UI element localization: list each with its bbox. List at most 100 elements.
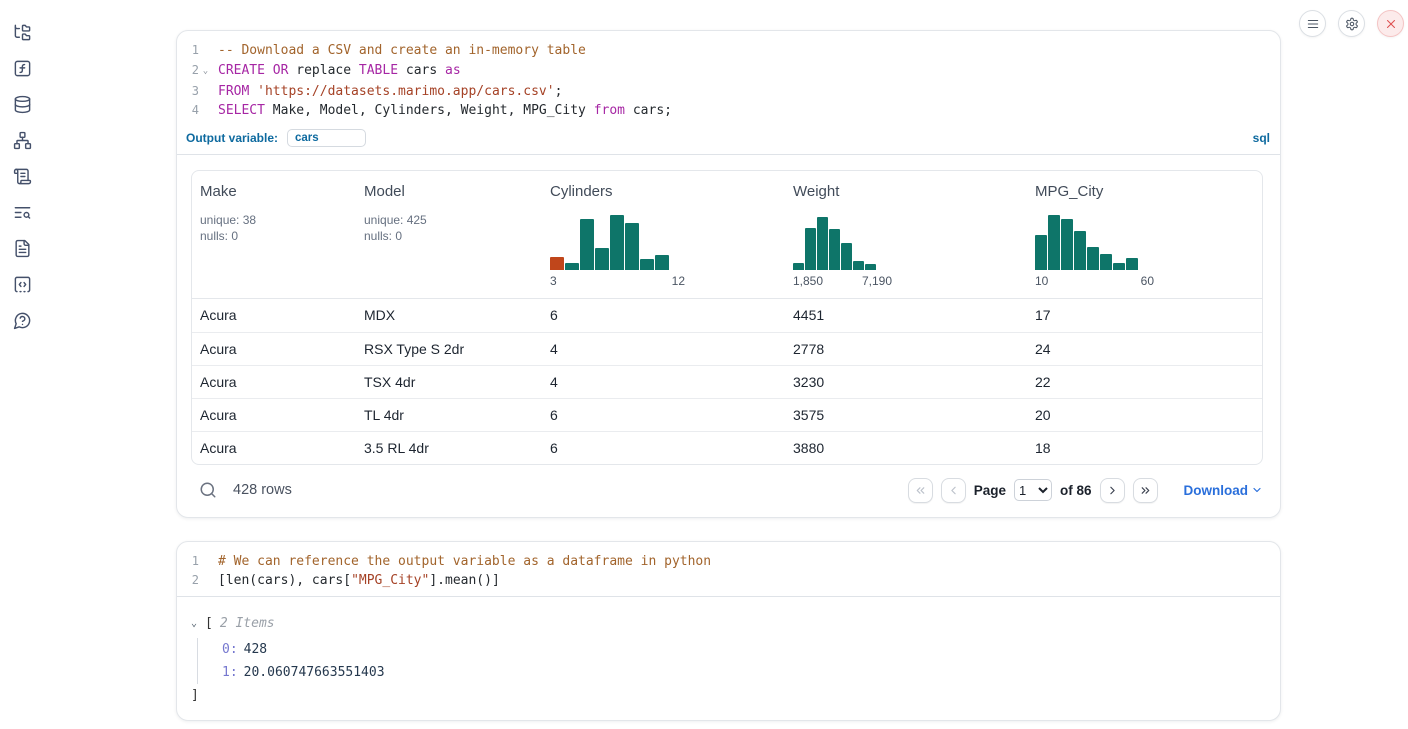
histogram-bar bbox=[1087, 247, 1099, 270]
chevron-left-icon bbox=[947, 484, 960, 497]
help-chat-icon bbox=[13, 311, 32, 330]
sidebar-item-file-explorer[interactable] bbox=[12, 22, 32, 42]
line-number: 1 bbox=[177, 552, 199, 572]
column-name: MPG_City bbox=[1035, 183, 1262, 200]
sidebar-item-help[interactable] bbox=[12, 310, 32, 330]
table-row[interactable]: AcuraMDX6445117 bbox=[192, 299, 1262, 332]
fold-toggle-icon[interactable]: ⌄ bbox=[199, 61, 212, 82]
table-row[interactable]: Acura3.5 RL 4dr6388018 bbox=[192, 431, 1262, 464]
line-number: 4 bbox=[177, 101, 199, 121]
column-header-Weight[interactable]: Weight 1,8507,190 bbox=[785, 183, 1027, 288]
axis-min-label: 3 bbox=[550, 274, 557, 288]
table-row[interactable]: AcuraTSX 4dr4323022 bbox=[192, 365, 1262, 398]
table-cell: 2778 bbox=[785, 341, 1027, 357]
item-value: 20.060747663551403 bbox=[244, 665, 385, 680]
table-cell: Acura bbox=[192, 407, 356, 423]
sidebar-item-data-sources[interactable] bbox=[12, 94, 32, 114]
column-header-Model[interactable]: Modelunique: 425nulls: 0 bbox=[356, 183, 542, 288]
first-page-button[interactable] bbox=[908, 478, 933, 503]
table-cell: 4 bbox=[542, 341, 785, 357]
notebook-controls bbox=[1299, 10, 1404, 37]
shutdown-button[interactable] bbox=[1377, 10, 1404, 37]
table-footer: 428 rows Page 1 of 86 bbox=[191, 465, 1263, 503]
table-cell: 17 bbox=[1027, 307, 1262, 323]
code-line: 3FROM 'https://datasets.marimo.app/cars.… bbox=[177, 82, 1280, 102]
file-text-icon bbox=[13, 239, 32, 258]
fold-gutter bbox=[199, 82, 212, 102]
sql-code[interactable]: 1-- Download a CSV and create an in-memo… bbox=[177, 31, 1280, 126]
settings-button[interactable] bbox=[1338, 10, 1365, 37]
histogram-bar bbox=[655, 255, 669, 270]
table-row[interactable]: AcuraRSX Type S 2dr4277824 bbox=[192, 332, 1262, 365]
histogram-bar bbox=[640, 259, 654, 270]
code-line: 4SELECT Make, Model, Cylinders, Weight, … bbox=[177, 101, 1280, 121]
collapse-toggle-icon[interactable]: ⌄ bbox=[191, 614, 205, 634]
page-select[interactable]: 1 bbox=[1014, 479, 1052, 501]
table-cell: Acura bbox=[192, 374, 356, 390]
histogram-bar bbox=[595, 248, 609, 270]
table-cell: 4451 bbox=[785, 307, 1027, 323]
row-count: 428 rows bbox=[233, 482, 292, 498]
helper-sidebar bbox=[0, 0, 44, 729]
menu-button[interactable] bbox=[1299, 10, 1326, 37]
sidebar-item-documentation[interactable] bbox=[12, 238, 32, 258]
histogram-bar bbox=[550, 257, 564, 270]
axis-max-label: 60 bbox=[1141, 274, 1154, 288]
histogram-axis: 312 bbox=[550, 274, 685, 288]
scroll-icon bbox=[13, 167, 32, 186]
python-code[interactable]: 1# We can reference the output variable … bbox=[177, 542, 1280, 596]
sql-editor[interactable]: 1-- Download a CSV and create an in-memo… bbox=[177, 31, 1280, 155]
output-variable-input[interactable] bbox=[287, 129, 366, 147]
sidebar-item-dependency-graph[interactable] bbox=[12, 130, 32, 150]
table-row[interactable]: AcuraTL 4dr6357520 bbox=[192, 398, 1262, 431]
histogram-bar bbox=[1035, 235, 1047, 270]
table-cell: TL 4dr bbox=[356, 407, 542, 423]
fold-gutter bbox=[199, 101, 212, 121]
close-icon bbox=[1384, 17, 1398, 31]
column-header-Make[interactable]: Makeunique: 38nulls: 0 bbox=[192, 183, 356, 288]
page-of-label: of 86 bbox=[1060, 483, 1092, 498]
table-cell: Acura bbox=[192, 307, 356, 323]
table-cell: Acura bbox=[192, 341, 356, 357]
sql-output: Makeunique: 38nulls: 0Modelunique: 425nu… bbox=[177, 155, 1280, 517]
table-cell: 4 bbox=[542, 374, 785, 390]
output-tree: 0:428 1:20.060747663551403 bbox=[197, 638, 1264, 684]
sidebar-item-logs[interactable] bbox=[12, 166, 32, 186]
column-header-MPG_City[interactable]: MPG_City1060 bbox=[1027, 183, 1262, 288]
column-header-Cylinders[interactable]: Cylinders 312 bbox=[542, 183, 785, 288]
item-index: 1: bbox=[222, 665, 238, 680]
table-header: Makeunique: 38nulls: 0Modelunique: 425nu… bbox=[192, 171, 1262, 299]
pagination: Page 1 of 86 Download bbox=[908, 478, 1263, 503]
table-cell: MDX bbox=[356, 307, 542, 323]
python-output: ⌄ [ 2 Items 0:428 1:20.060747663551403 ] bbox=[177, 597, 1280, 720]
chevrons-right-icon bbox=[1139, 484, 1152, 497]
open-bracket: [ bbox=[205, 614, 213, 634]
column-name: Weight bbox=[793, 183, 1027, 200]
axis-max-label: 7,190 bbox=[862, 274, 892, 288]
line-number: 3 bbox=[177, 82, 199, 102]
histogram-bar bbox=[793, 263, 804, 270]
page-label: Page bbox=[974, 483, 1006, 498]
histogram-bar bbox=[1113, 263, 1125, 270]
language-badge: sql bbox=[1253, 131, 1270, 145]
histogram-bar bbox=[1048, 215, 1060, 270]
item-value: 428 bbox=[244, 642, 267, 657]
sidebar-item-snippets[interactable] bbox=[12, 274, 32, 294]
prev-page-button[interactable] bbox=[941, 478, 966, 503]
column-name: Cylinders bbox=[550, 183, 785, 200]
file-tree-icon bbox=[13, 23, 32, 42]
sidebar-item-variables[interactable] bbox=[12, 58, 32, 78]
search-button[interactable] bbox=[199, 481, 217, 499]
sidebar-item-search-logs[interactable] bbox=[12, 202, 32, 222]
next-page-button[interactable] bbox=[1100, 478, 1125, 503]
histogram-bar bbox=[817, 217, 828, 270]
column-stat: unique: 38 bbox=[200, 212, 356, 228]
histogram-bar bbox=[610, 215, 624, 270]
column-name: Make bbox=[200, 183, 356, 200]
download-button[interactable]: Download bbox=[1184, 483, 1264, 498]
histogram-axis: 1,8507,190 bbox=[793, 274, 892, 288]
last-page-button[interactable] bbox=[1133, 478, 1158, 503]
python-editor[interactable]: 1# We can reference the output variable … bbox=[177, 542, 1280, 597]
column-histogram bbox=[550, 212, 785, 270]
histogram-bar bbox=[865, 264, 876, 270]
